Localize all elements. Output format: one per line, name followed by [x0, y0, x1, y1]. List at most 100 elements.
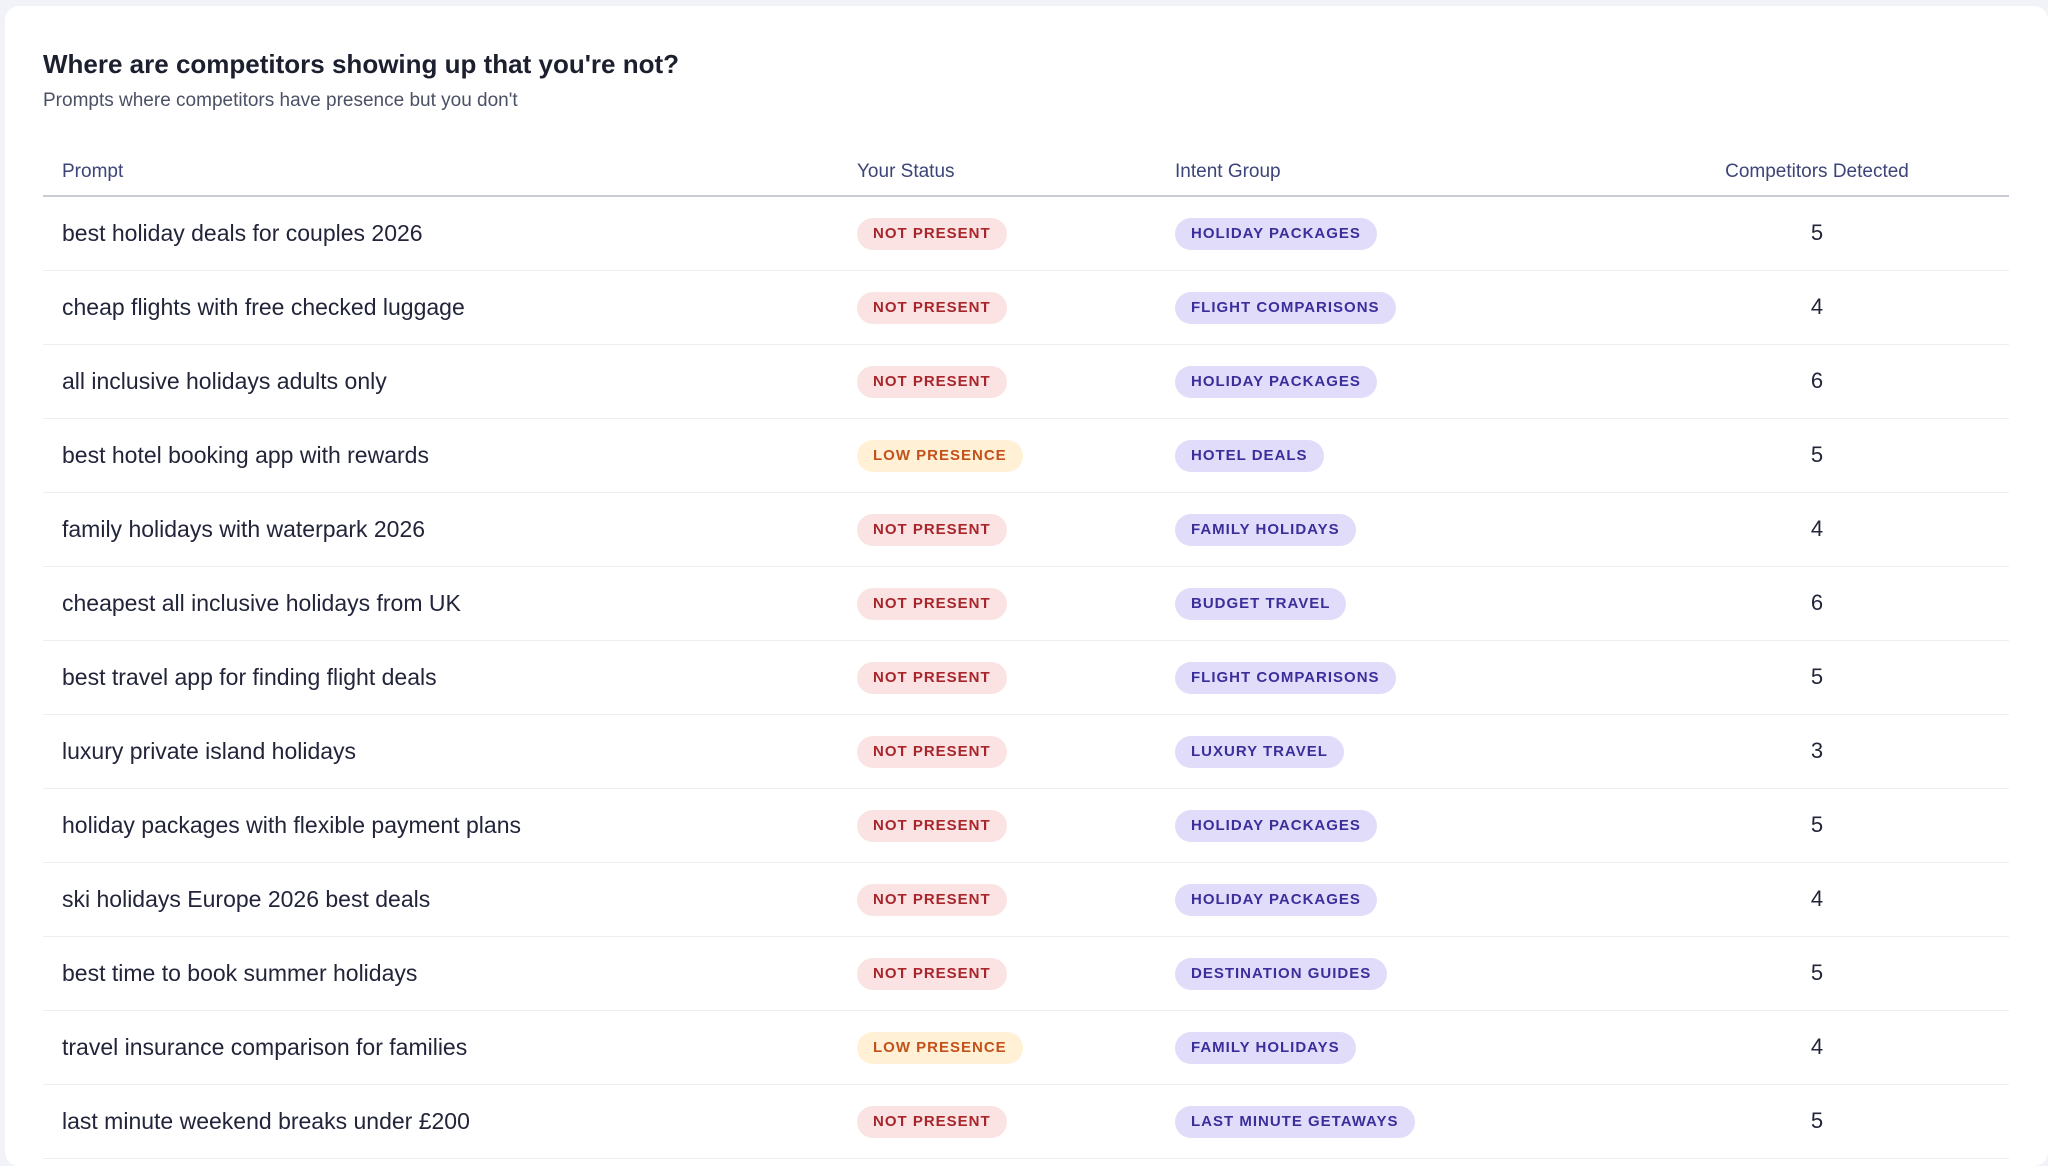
prompt-cell: best hotel booking app with rewards: [43, 418, 838, 493]
competitors-count-cell: 5: [1625, 788, 2009, 863]
prompt-text: best time to book summer holidays: [62, 959, 418, 986]
table-row[interactable]: best time to book summer holidays NOT PRE…: [43, 936, 2009, 1011]
intent-cell: BUDGET TRAVEL: [1156, 566, 1625, 641]
table-row[interactable]: last minute weekend breaks under £200 NOT…: [43, 1084, 2009, 1159]
column-header-competitors-detected[interactable]: Competitors Detected: [1625, 148, 2009, 197]
table-row[interactable]: family holidays with waterpark 2026 NOT P…: [43, 492, 2009, 567]
prompt-text: cheap flights with free checked luggage: [62, 293, 465, 320]
status-cell: NOT PRESENT: [838, 492, 1156, 567]
status-cell: NOT PRESENT: [838, 196, 1156, 271]
status-badge: NOT PRESENT: [857, 365, 1007, 398]
prompt-text: last minute weekend breaks under £200: [62, 1107, 470, 1134]
prompt-cell: cheap flights with free checked luggage: [43, 270, 838, 345]
prompt-cell: best holiday deals for couples 2026: [43, 196, 838, 271]
prompt-cell: cheapest all inclusive holidays from UK: [43, 566, 838, 641]
status-cell: NOT PRESENT: [838, 566, 1156, 641]
intent-group-badge: HOTEL DEALS: [1175, 439, 1324, 472]
intent-cell: LAST MINUTE GETAWAYS: [1156, 1084, 1625, 1159]
status-cell: NOT PRESENT: [838, 936, 1156, 1011]
competitors-count-cell: 4: [1625, 1010, 2009, 1085]
prompt-cell: ski holidays Europe 2026 best deals: [43, 862, 838, 937]
table-row[interactable]: luxury private island holidays NOT PRESEN…: [43, 714, 2009, 789]
status-badge: LOW PRESENCE: [857, 1031, 1023, 1064]
status-badge: NOT PRESENT: [857, 513, 1007, 546]
status-badge: NOT PRESENT: [857, 883, 1007, 916]
competitors-count-cell: 5: [1625, 196, 2009, 271]
table-row[interactable]: all inclusive holidays adults only NOT PR…: [43, 344, 2009, 419]
status-badge: NOT PRESENT: [857, 1105, 1007, 1138]
competitors-count-cell: 6: [1625, 344, 2009, 419]
prompt-cell: best travel app for finding flight deals: [43, 640, 838, 715]
competitors-count-cell: 6: [1625, 566, 2009, 641]
competitors-count-cell: 3: [1625, 714, 2009, 789]
prompt-text: all inclusive holidays adults only: [62, 367, 387, 394]
status-cell: NOT PRESENT: [838, 788, 1156, 863]
intent-group-badge: LAST MINUTE GETAWAYS: [1175, 1105, 1415, 1138]
status-badge: NOT PRESENT: [857, 809, 1007, 842]
column-header-prompt[interactable]: Prompt: [43, 148, 838, 197]
intent-group-badge: DESTINATION GUIDES: [1175, 957, 1388, 990]
competitors-count-cell: 5: [1625, 640, 2009, 715]
table-row[interactable]: best travel app for finding flight deals…: [43, 640, 2009, 715]
column-header-status[interactable]: Your Status: [838, 148, 1156, 197]
table-row[interactable]: holiday packages with flexible payment p…: [43, 788, 2009, 863]
status-badge: NOT PRESENT: [857, 661, 1007, 694]
table-row[interactable]: best hotel booking app with rewards LOW P…: [43, 418, 2009, 493]
table-row[interactable]: travel insurance comparison for families…: [43, 1010, 2009, 1085]
prompt-text: best holiday deals for couples 2026: [62, 219, 423, 246]
prompt-cell: last minute weekend breaks under £200: [43, 1084, 838, 1159]
intent-cell: HOLIDAY PACKAGES: [1156, 344, 1625, 419]
competitors-count-cell: 4: [1625, 492, 2009, 567]
table-row[interactable]: cheapest all inclusive holidays from UK N…: [43, 566, 2009, 641]
status-badge: NOT PRESENT: [857, 957, 1007, 990]
status-cell: NOT PRESENT: [838, 640, 1156, 715]
competitors-count-cell: 5: [1625, 936, 2009, 1011]
status-cell: LOW PRESENCE: [838, 418, 1156, 493]
prompt-cell: all inclusive holidays adults only: [43, 344, 838, 419]
status-cell: NOT PRESENT: [838, 1084, 1156, 1159]
prompt-text: best hotel booking app with rewards: [62, 441, 429, 468]
intent-cell: FLIGHT COMPARISONS: [1156, 640, 1625, 715]
competitors-count-cell: 5: [1625, 1084, 2009, 1159]
status-cell: NOT PRESENT: [838, 714, 1156, 789]
status-badge: NOT PRESENT: [857, 587, 1007, 620]
status-badge: LOW PRESENCE: [857, 439, 1023, 472]
prompt-text: ski holidays Europe 2026 best deals: [62, 885, 431, 912]
card-title: Where are competitors showing up that yo…: [43, 49, 680, 79]
intent-cell: LUXURY TRAVEL: [1156, 714, 1625, 789]
intent-group-badge: HOLIDAY PACKAGES: [1175, 809, 1377, 842]
prompt-cell: best time to book summer holidays: [43, 936, 838, 1011]
intent-group-badge: BUDGET TRAVEL: [1175, 587, 1347, 620]
status-cell: NOT PRESENT: [838, 862, 1156, 937]
table-row[interactable]: cheap flights with free checked luggage N…: [43, 270, 2009, 345]
status-cell: LOW PRESENCE: [838, 1010, 1156, 1085]
competitor-gap-table: Prompt Your Status Intent Group Competit…: [43, 148, 2009, 1159]
intent-group-badge: FLIGHT COMPARISONS: [1175, 291, 1396, 324]
intent-cell: FAMILY HOLIDAYS: [1156, 492, 1625, 567]
intent-cell: HOLIDAY PACKAGES: [1156, 862, 1625, 937]
intent-cell: HOLIDAY PACKAGES: [1156, 788, 1625, 863]
prompt-text: cheapest all inclusive holidays from UK: [62, 589, 461, 616]
intent-cell: FAMILY HOLIDAYS: [1156, 1010, 1625, 1085]
competitors-count-cell: 4: [1625, 862, 2009, 937]
prompt-text: best travel app for finding flight deals: [62, 663, 437, 690]
card-subtitle: Prompts where competitors have presence …: [43, 90, 518, 111]
prompt-cell: family holidays with waterpark 2026: [43, 492, 838, 567]
table-body: best holiday deals for couples 2026 NOT P…: [43, 196, 2009, 1159]
prompt-text: travel insurance comparison for families: [62, 1033, 468, 1060]
prompt-text: holiday packages with flexible payment p…: [62, 811, 521, 838]
competitor-gap-card: Where are competitors showing up that yo…: [5, 6, 2048, 1166]
intent-group-badge: LUXURY TRAVEL: [1175, 735, 1344, 768]
intent-group-badge: FLIGHT COMPARISONS: [1175, 661, 1396, 694]
prompt-cell: luxury private island holidays: [43, 714, 838, 789]
status-cell: NOT PRESENT: [838, 270, 1156, 345]
table-row[interactable]: best holiday deals for couples 2026 NOT P…: [43, 196, 2009, 271]
intent-group-badge: HOLIDAY PACKAGES: [1175, 217, 1377, 250]
intent-group-badge: HOLIDAY PACKAGES: [1175, 365, 1377, 398]
table-row[interactable]: ski holidays Europe 2026 best deals NOT P…: [43, 862, 2009, 937]
prompt-text: family holidays with waterpark 2026: [62, 515, 426, 542]
prompt-cell: travel insurance comparison for families: [43, 1010, 838, 1085]
intent-cell: FLIGHT COMPARISONS: [1156, 270, 1625, 345]
column-header-intent-group[interactable]: Intent Group: [1156, 148, 1625, 197]
status-badge: NOT PRESENT: [857, 217, 1007, 250]
